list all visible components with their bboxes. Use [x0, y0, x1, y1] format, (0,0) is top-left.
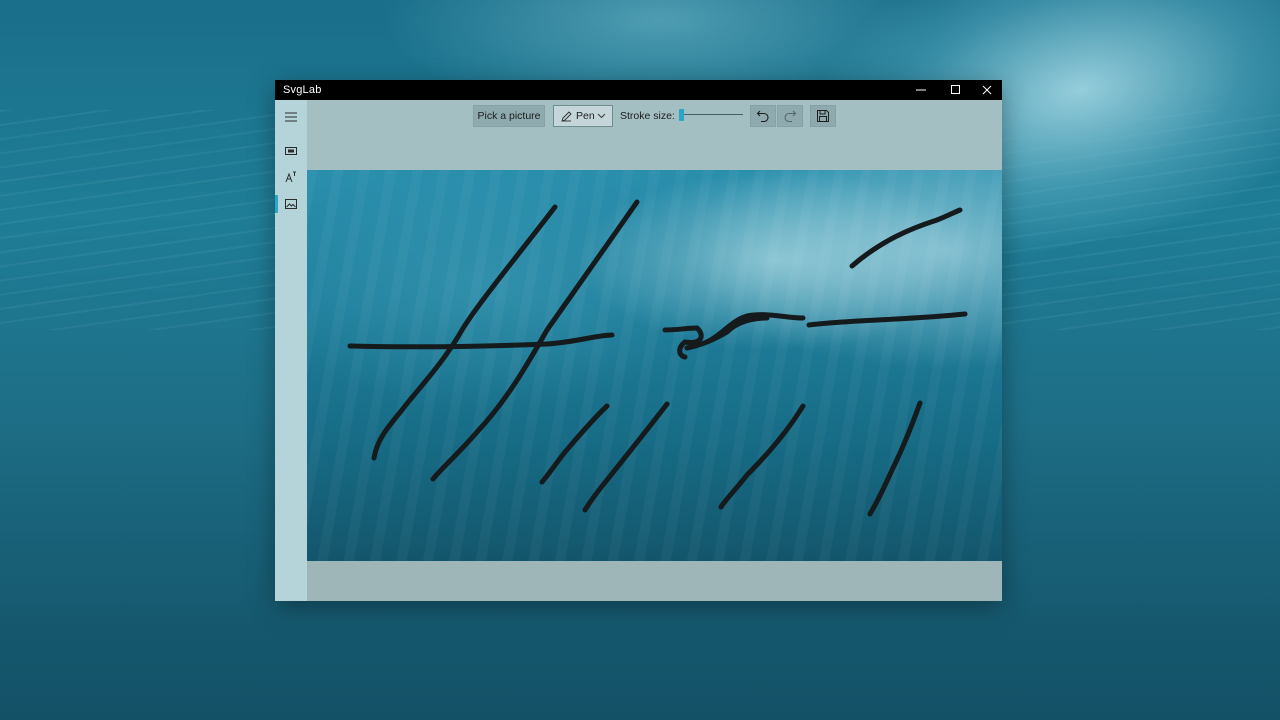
minimize-button[interactable]	[906, 80, 936, 100]
slider-thumb[interactable]	[679, 109, 684, 121]
main-content: Pick a picture Pen Stroke size:	[307, 100, 1002, 601]
ink-stroke	[430, 199, 640, 482]
pen-icon	[561, 110, 572, 122]
maximize-icon	[951, 85, 960, 94]
ink-stroke	[867, 400, 923, 517]
image-icon	[285, 199, 297, 209]
ink-stroke	[849, 207, 963, 269]
slider-track	[679, 114, 743, 115]
sidebar-item-text-effect[interactable]	[275, 164, 307, 190]
save-button[interactable]	[810, 105, 836, 127]
close-button[interactable]	[972, 80, 1002, 100]
bottom-bar	[307, 561, 1002, 601]
ink-stroke	[582, 401, 670, 513]
text-effect-icon	[285, 171, 296, 183]
toolbar: Pick a picture Pen Stroke size:	[307, 100, 1002, 132]
sidebar-item-video[interactable]	[275, 138, 307, 164]
close-icon	[982, 85, 992, 95]
ink-stroke	[371, 204, 558, 461]
drawing-canvas[interactable]	[307, 170, 1002, 561]
title-bar[interactable]: SvgLab	[275, 80, 1002, 100]
pick-picture-label: Pick a picture	[477, 110, 541, 122]
window-title: SvgLab	[283, 84, 322, 96]
ink-stroke	[347, 332, 615, 350]
ink-stroke	[718, 403, 806, 510]
pen-dropdown[interactable]: Pen	[553, 105, 613, 127]
undo-icon	[756, 110, 769, 123]
nav-sidebar	[275, 100, 307, 601]
redo-icon	[784, 110, 797, 123]
stroke-size-label: Stroke size:	[620, 110, 675, 122]
video-screen-icon	[285, 147, 297, 155]
ink-stroke	[539, 403, 610, 485]
app-window: SvgLab Pick a picture Pen Stroke size:	[275, 80, 1002, 601]
save-icon	[817, 110, 829, 122]
chevron-down-icon	[597, 113, 606, 119]
stroke-size-slider[interactable]	[677, 109, 745, 121]
redo-button[interactable]	[777, 105, 803, 127]
sidebar-item-image[interactable]	[275, 191, 307, 217]
ink-strokes-layer	[347, 199, 968, 517]
pen-label: Pen	[576, 110, 595, 122]
hamburger-icon	[285, 112, 297, 122]
maximize-button[interactable]	[941, 80, 971, 100]
minimize-icon	[916, 89, 926, 91]
menu-toggle-button[interactable]	[275, 104, 307, 130]
pick-picture-button[interactable]: Pick a picture	[473, 105, 545, 127]
undo-button[interactable]	[750, 105, 776, 127]
ink-stroke	[662, 325, 704, 360]
ink-stroke	[806, 311, 968, 328]
